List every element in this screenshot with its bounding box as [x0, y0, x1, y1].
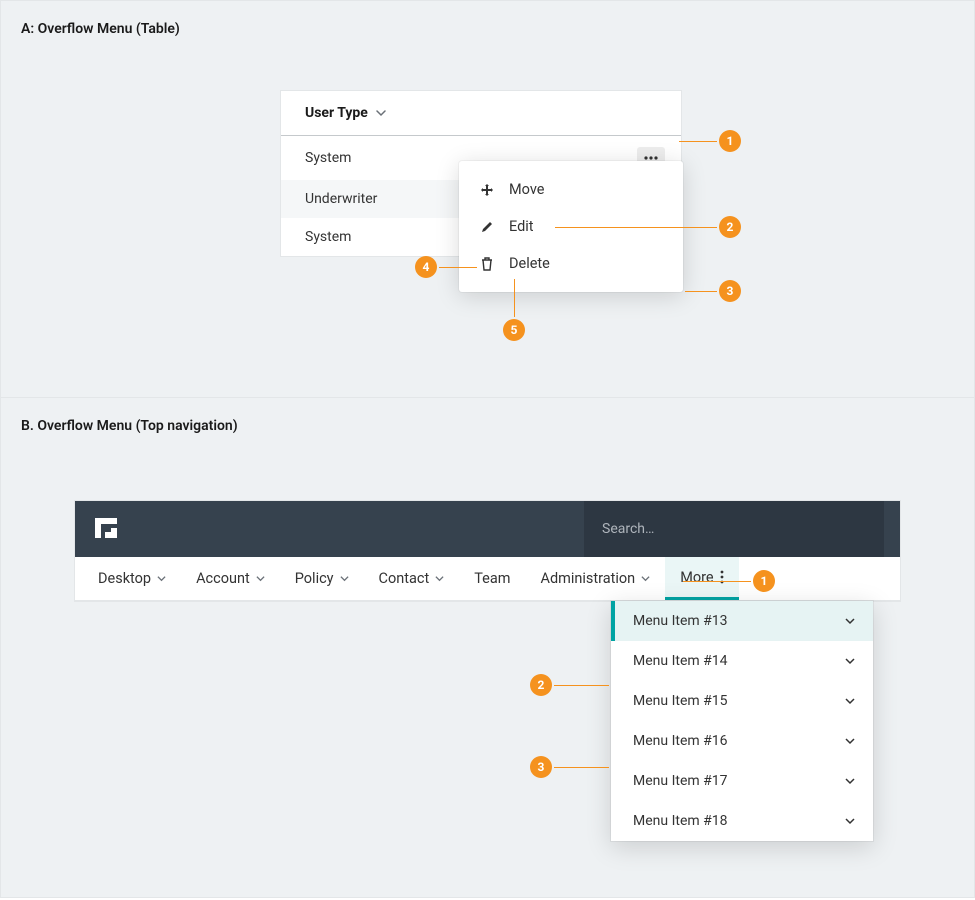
dropdown-item[interactable]: Menu Item #16 [611, 721, 873, 761]
nav-label: Team [474, 570, 510, 587]
dropdown-item-label: Menu Item #13 [633, 613, 728, 629]
annotation-line [683, 581, 751, 582]
ellipsis-icon [644, 156, 658, 160]
section-overflow-table: A: Overflow Menu (Table) User Type Syste… [0, 0, 975, 398]
section-a-label: A: Overflow Menu (Table) [21, 21, 180, 37]
nav-label: Desktop [98, 570, 151, 587]
menu-item-label: Move [509, 181, 544, 198]
menu-item-move[interactable]: Move [459, 171, 683, 208]
chevron-down-icon [376, 108, 386, 118]
more-dropdown: Menu Item #13 Menu Item #14 Menu Item #1… [611, 601, 873, 841]
cell-user-type: Underwriter [305, 191, 377, 207]
move-icon [479, 182, 495, 198]
dropdown-item-label: Menu Item #18 [633, 813, 728, 829]
nav-item-more[interactable]: More [665, 557, 738, 600]
annotation-line [514, 279, 515, 317]
edit-icon [479, 219, 495, 235]
table-header-user-type[interactable]: User Type [281, 91, 681, 136]
cell-user-type: System [305, 150, 351, 166]
app-frame: Search… Desktop Account Policy Contact T… [75, 501, 900, 601]
annotation-marker-b2: 2 [530, 674, 552, 696]
annotation-line [685, 291, 717, 292]
annotation-marker-b1: 1 [753, 570, 775, 592]
annotation-line [555, 227, 717, 228]
nav-item-account[interactable]: Account [181, 557, 280, 600]
search-placeholder: Search… [602, 521, 654, 537]
annotation-marker-1: 1 [719, 130, 741, 152]
dropdown-item[interactable]: Menu Item #14 [611, 641, 873, 681]
dropdown-item[interactable]: Menu Item #18 [611, 801, 873, 841]
chevron-down-icon [340, 574, 349, 583]
chevron-down-icon [641, 574, 650, 583]
chevron-down-icon [845, 696, 855, 706]
cell-user-type: System [305, 229, 351, 245]
annotation-marker-3: 3 [719, 280, 741, 302]
chevron-down-icon [845, 776, 855, 786]
dropdown-item[interactable]: Menu Item #15 [611, 681, 873, 721]
annotation-marker-5: 5 [503, 319, 525, 341]
annotation-line [554, 685, 609, 686]
chevron-down-icon [157, 574, 166, 583]
nav-label: Contact [379, 570, 430, 587]
chevron-down-icon [845, 736, 855, 746]
delete-icon [479, 256, 495, 272]
chevron-down-icon [845, 656, 855, 666]
annotation-marker-4: 4 [415, 256, 437, 278]
dropdown-item-label: Menu Item #14 [633, 653, 728, 669]
menu-item-label: Edit [509, 218, 534, 235]
search-input[interactable]: Search… [584, 501, 884, 557]
annotation-line [439, 267, 477, 268]
nav-item-desktop[interactable]: Desktop [83, 557, 181, 600]
nav-item-team[interactable]: Team [459, 557, 525, 600]
menu-item-delete[interactable]: Delete [459, 245, 683, 282]
nav-item-policy[interactable]: Policy [280, 557, 364, 600]
dropdown-item[interactable]: Menu Item #17 [611, 761, 873, 801]
chevron-down-icon [435, 574, 444, 583]
section-overflow-topnav: B. Overflow Menu (Top navigation) Search… [0, 398, 975, 898]
chevron-down-icon [845, 816, 855, 826]
nav-label: More [680, 569, 713, 586]
annotation-line [679, 141, 717, 142]
nav-item-administration[interactable]: Administration [525, 557, 665, 600]
annotation-marker-2: 2 [719, 216, 741, 238]
section-b-label: B. Overflow Menu (Top navigation) [21, 418, 238, 434]
menu-item-label: Delete [509, 255, 550, 272]
dropdown-item[interactable]: Menu Item #13 [611, 601, 873, 641]
chevron-down-icon [845, 616, 855, 626]
dropdown-item-label: Menu Item #15 [633, 693, 728, 709]
nav-label: Policy [295, 570, 334, 587]
table-header-label: User Type [305, 105, 368, 121]
top-navigation: Desktop Account Policy Contact Team Admi… [75, 557, 900, 601]
annotation-marker-b3: 3 [530, 756, 552, 778]
nav-item-contact[interactable]: Contact [364, 557, 460, 600]
app-header: Search… [75, 501, 900, 557]
nav-label: Account [196, 570, 250, 587]
app-logo [91, 514, 121, 544]
chevron-down-icon [256, 574, 265, 583]
nav-label: Administration [540, 570, 635, 587]
annotation-line [554, 767, 609, 768]
dropdown-item-label: Menu Item #16 [633, 733, 728, 749]
dropdown-item-label: Menu Item #17 [633, 773, 728, 789]
